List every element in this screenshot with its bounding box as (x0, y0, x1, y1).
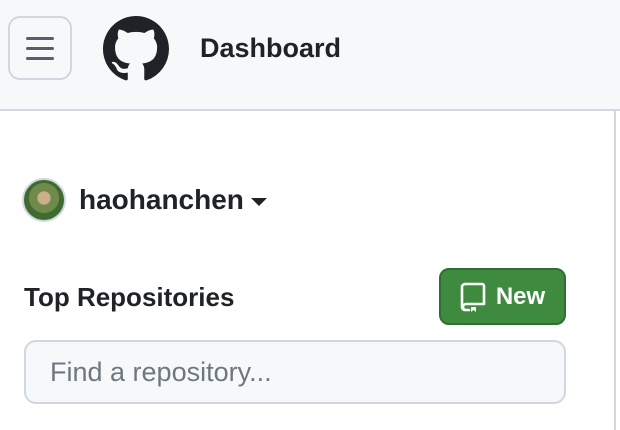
page-title: Dashboard (200, 33, 342, 63)
repository-search-input[interactable] (24, 340, 566, 404)
sidebar-divider (614, 111, 616, 430)
menu-button[interactable] (8, 16, 72, 80)
new-repository-button[interactable]: New (439, 268, 566, 325)
top-header: Dashboard (0, 0, 620, 111)
new-button-label: New (495, 282, 546, 310)
avatar (22, 178, 66, 222)
hamburger-menu-icon-bar (26, 56, 54, 60)
hamburger-menu-icon (26, 36, 54, 40)
account-switcher[interactable]: haohanchen (22, 178, 267, 222)
top-repositories-heading: Top Repositories (24, 282, 235, 312)
username-label: haohanchen (79, 184, 244, 215)
repo-icon (460, 282, 486, 312)
github-logo-icon[interactable] (103, 16, 169, 82)
hamburger-menu-icon-bar (26, 46, 54, 50)
caret-down-icon (250, 198, 267, 206)
